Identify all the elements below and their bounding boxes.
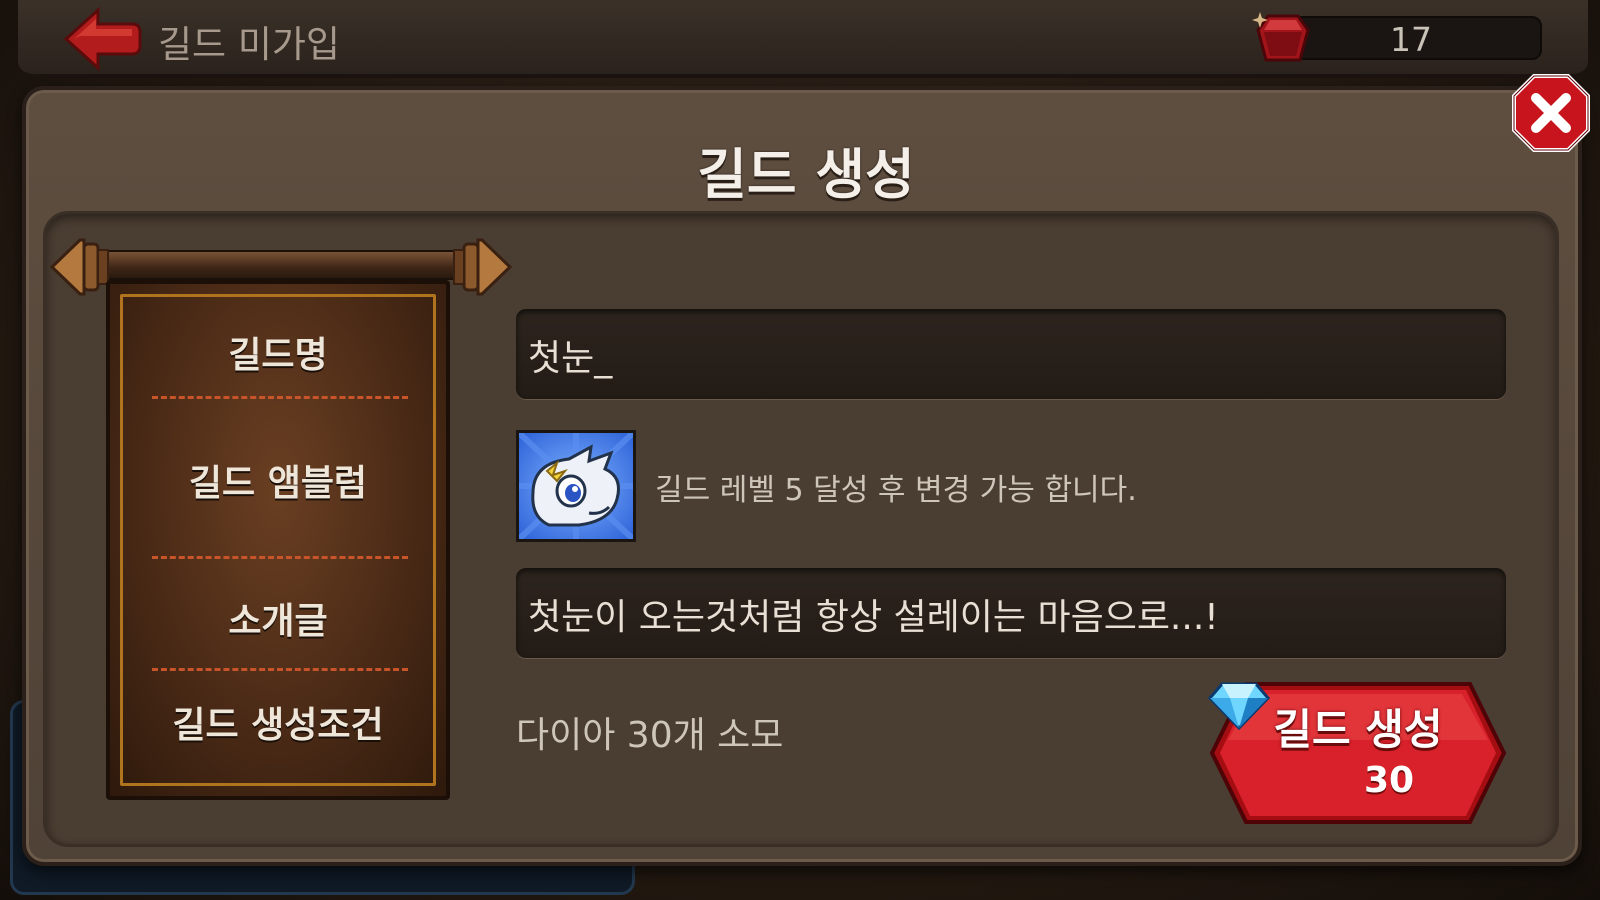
create-button-cost: 30 [1364, 760, 1415, 801]
diamond-icon [1208, 682, 1270, 730]
guild-status-title: 길드 미가입 [158, 23, 340, 66]
label-introduction: 소개글 [228, 601, 328, 642]
create-condition-text: 다이아 30개 소모 [516, 715, 784, 756]
ruby-icon [1252, 12, 1310, 62]
back-button[interactable] [62, 6, 144, 72]
close-button[interactable] [1512, 72, 1590, 154]
modal-title: 길드 생성 [697, 143, 915, 206]
introduction-input[interactable]: 첫눈이 오는것처럼 항상 설레이는 마음으로...! [516, 568, 1506, 658]
label-create-condition: 길드 생성조건 [172, 705, 384, 746]
back-arrow-icon [63, 6, 142, 72]
label-guild-emblem: 길드 앰블럼 [188, 463, 368, 504]
create-guild-button[interactable]: 길드 생성 30 [1208, 680, 1508, 826]
scroll-cap-left-icon [50, 238, 109, 296]
divider [152, 396, 408, 399]
divider [152, 668, 408, 671]
guild-name-input[interactable]: 첫눈_ [516, 309, 1506, 399]
currency-bar: 17 [1290, 16, 1542, 60]
guild-emblem[interactable] [516, 430, 636, 542]
divider [152, 556, 408, 559]
close-icon [1512, 74, 1590, 152]
scroll-cap-right-icon [453, 238, 512, 296]
scroll-rod [70, 250, 470, 280]
emblem-change-note: 길드 레벨 5 달성 후 변경 가능 합니다. [655, 473, 1137, 508]
form-labels-scroll: 길드명 길드 앰블럼 소개글 길드 생성조건 [106, 280, 450, 800]
label-guild-name: 길드명 [228, 335, 328, 376]
ruby-count: 17 [1390, 20, 1432, 59]
dragon-emblem-icon [516, 430, 636, 542]
